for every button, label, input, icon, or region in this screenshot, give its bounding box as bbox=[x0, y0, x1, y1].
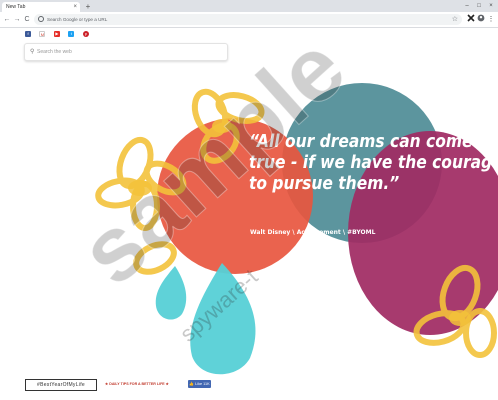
chrome-menu-icon[interactable]: ⋮ bbox=[486, 14, 496, 25]
tab-title: New Tab bbox=[6, 4, 26, 10]
facebook-like-button[interactable]: 👍 Like 11K bbox=[188, 380, 211, 388]
brand-tagline: ★ DAILY TIPS FOR A BETTER LIFE ★ bbox=[105, 382, 169, 386]
bookmark-star-icon[interactable]: ☆ bbox=[452, 14, 458, 25]
gmail-icon[interactable]: M bbox=[39, 31, 46, 37]
tab-close-icon[interactable]: × bbox=[73, 2, 77, 12]
back-button[interactable]: ← bbox=[2, 14, 12, 25]
brand-logo[interactable]: #BestYearOfMyLife bbox=[25, 379, 97, 391]
search-icon: ⚲ bbox=[30, 49, 35, 55]
pinterest-icon[interactable]: p bbox=[82, 31, 89, 37]
reload-button[interactable]: C bbox=[22, 14, 32, 25]
browser-toolbar: ← → C Search Google or type a URL ☆ ⋮ bbox=[0, 12, 498, 28]
maximize-button[interactable]: □ bbox=[474, 0, 484, 12]
window-close-button[interactable]: × bbox=[486, 0, 496, 12]
tab-strip: New Tab × + – □ × bbox=[0, 0, 498, 12]
twitter-icon[interactable]: t bbox=[68, 31, 75, 37]
search-input[interactable] bbox=[37, 45, 223, 58]
tab-new-tab[interactable]: New Tab × bbox=[2, 2, 80, 12]
extension-icon[interactable] bbox=[466, 14, 476, 25]
youtube-icon[interactable]: ▶ bbox=[53, 31, 60, 37]
address-bar-placeholder: Search Google or type a URL bbox=[47, 17, 108, 22]
profile-avatar-icon[interactable] bbox=[476, 14, 486, 25]
quote-attribution: Walt Disney \ Achievement \ #BYOML bbox=[250, 229, 376, 236]
new-tab-page: f M ▶ t p ⚲ “All our dreams can come tru… bbox=[0, 28, 498, 400]
forward-button[interactable]: → bbox=[12, 14, 22, 25]
quote-line-3: to pursue them.” bbox=[249, 173, 400, 194]
minimize-button[interactable]: – bbox=[462, 0, 472, 12]
facebook-icon[interactable]: f bbox=[25, 31, 31, 37]
social-links: f M ▶ t p bbox=[25, 31, 93, 38]
web-search-box[interactable]: ⚲ bbox=[24, 43, 228, 61]
address-bar[interactable]: Search Google or type a URL ☆ bbox=[34, 14, 462, 25]
search-icon bbox=[38, 16, 44, 22]
new-tab-button[interactable]: + bbox=[83, 2, 93, 11]
